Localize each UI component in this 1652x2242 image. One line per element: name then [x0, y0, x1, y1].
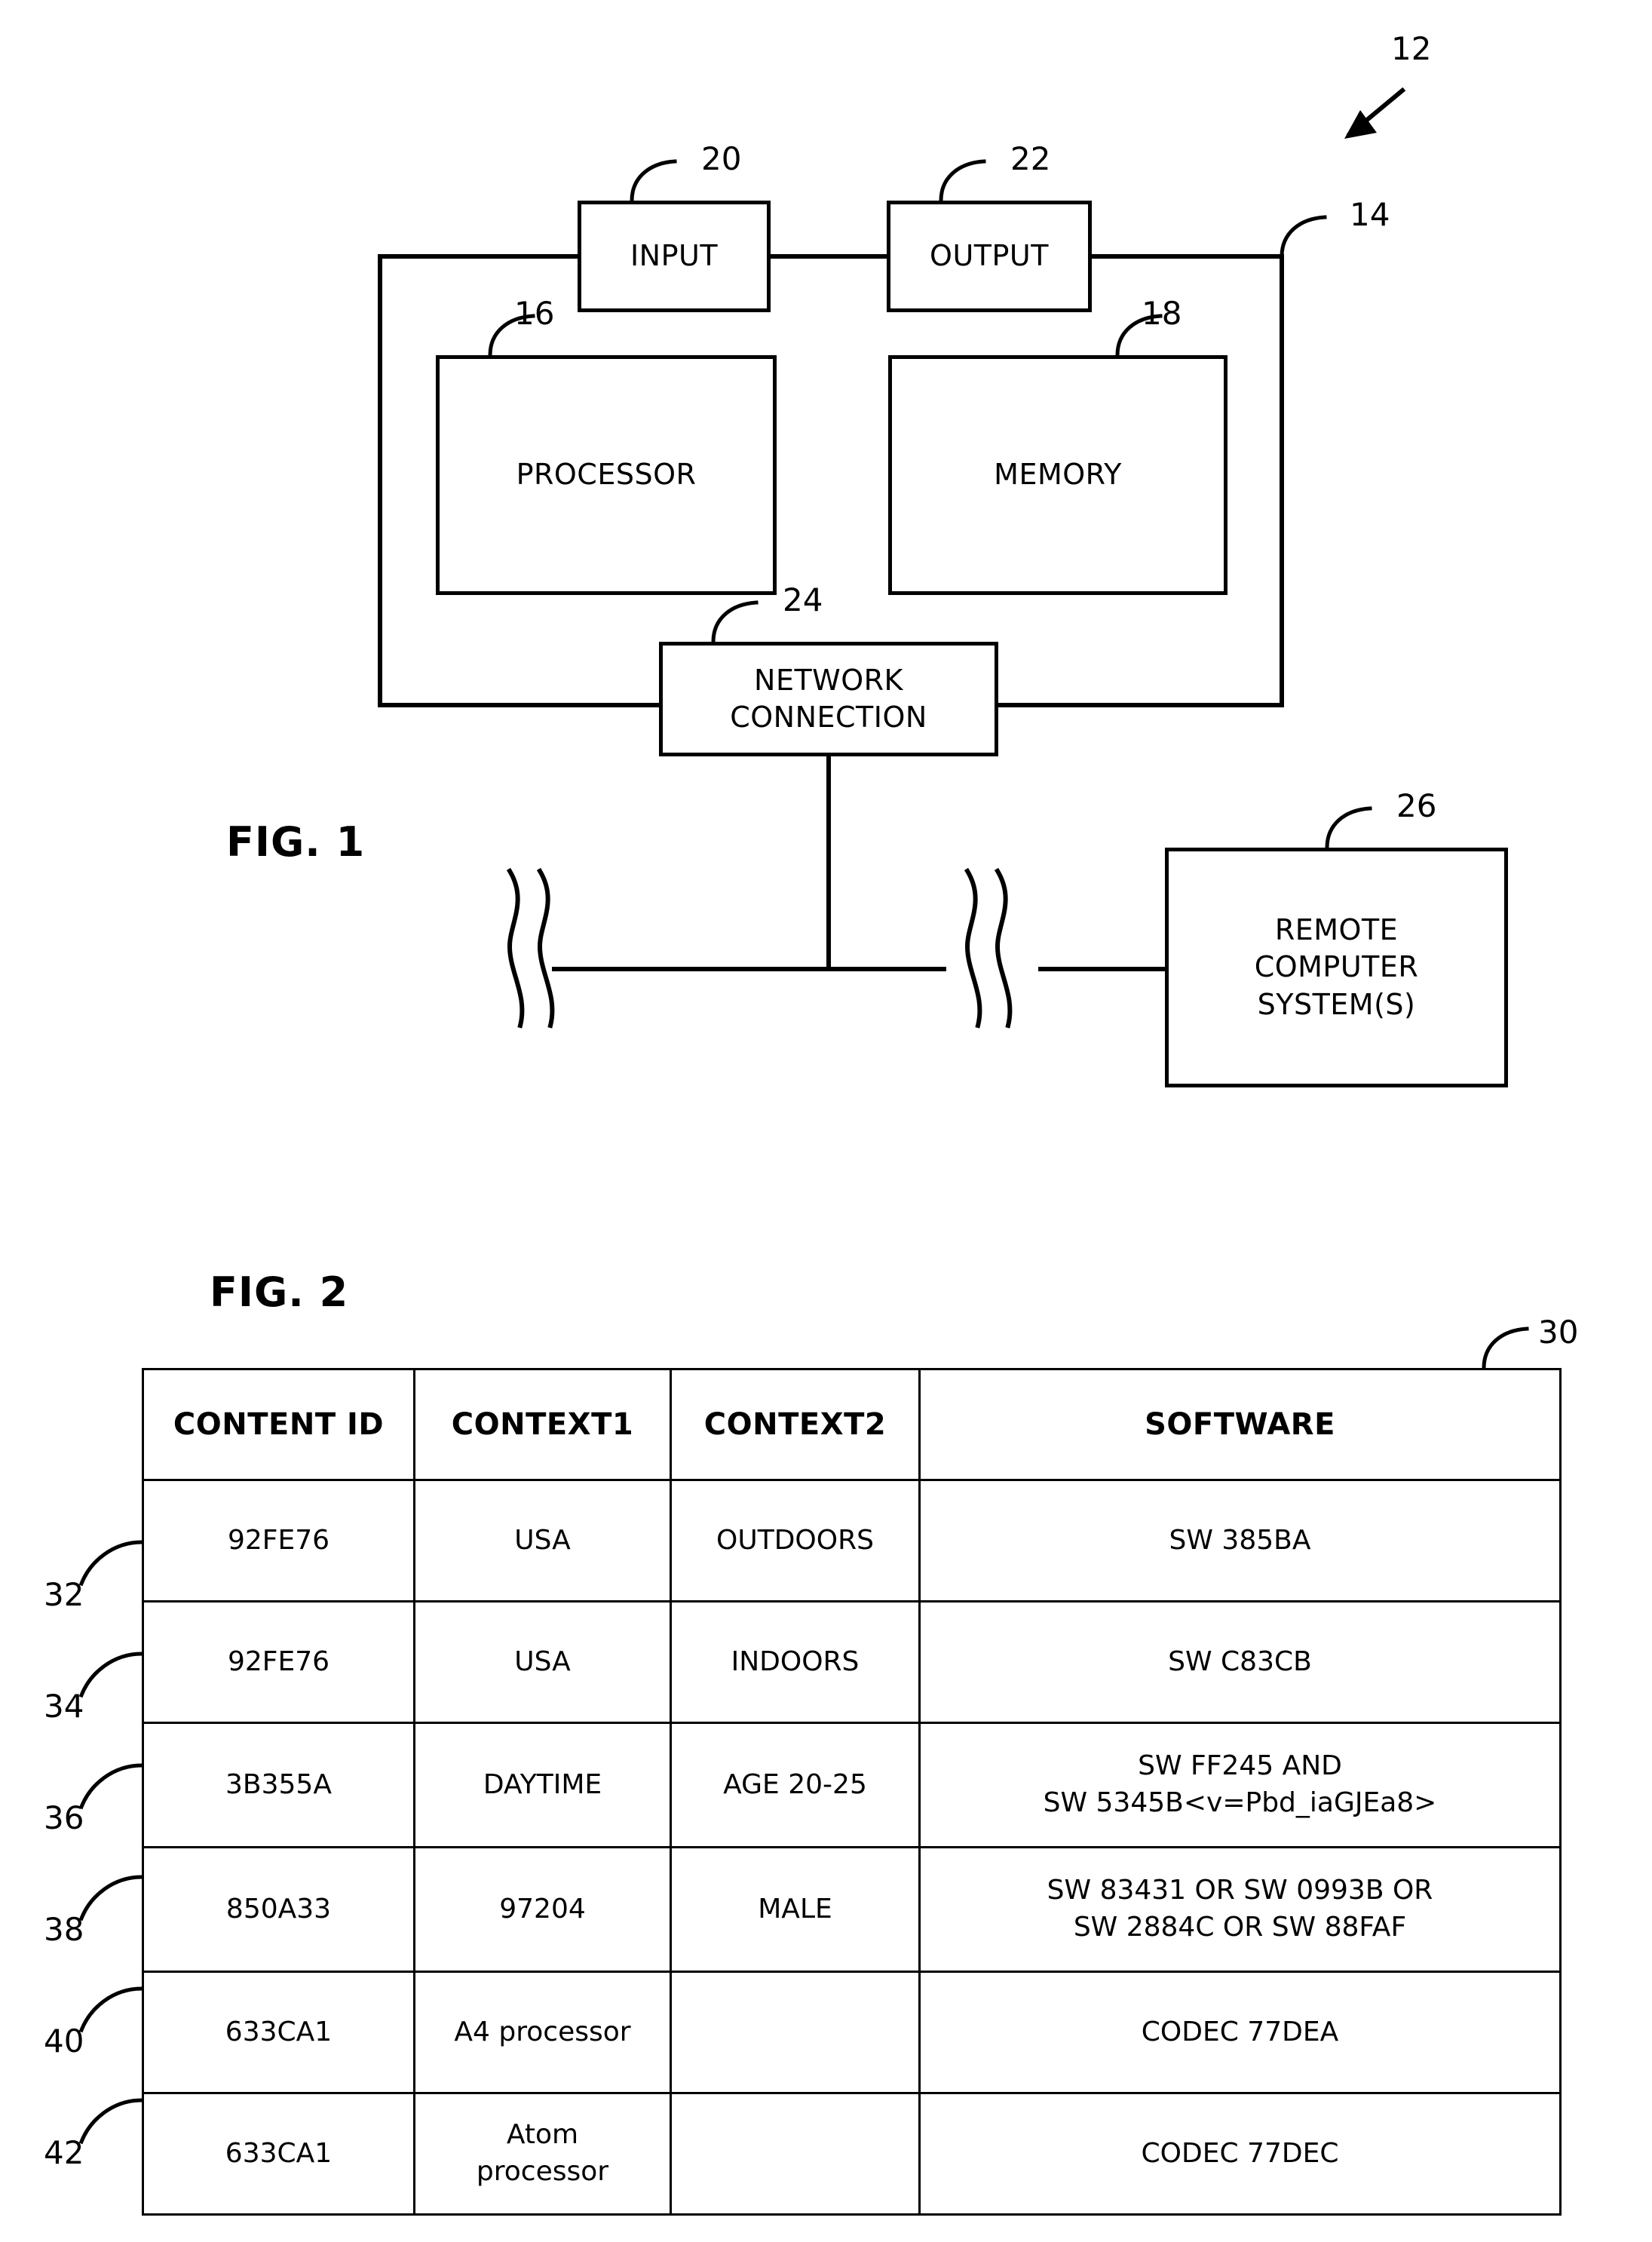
patent-drawing-sheet: INPUT OUTPUT PROCESSOR MEMORY NETWORK CO… — [0, 0, 1652, 2242]
cell-content-id: 633CA1 — [142, 2092, 415, 2216]
leader-20 — [630, 159, 677, 203]
cell-context2: MALE — [670, 1846, 921, 1973]
leader-12-shaft — [1346, 87, 1406, 138]
table-row: 92FE76 USA OUTDOORS SW 385BA — [142, 1479, 1562, 1603]
reference-numeral-42: 42 — [44, 2134, 84, 2171]
leader-38 — [78, 1875, 144, 1921]
reference-numeral-38: 38 — [44, 1911, 84, 1948]
cell-context2 — [670, 2092, 921, 2216]
leader-32 — [78, 1540, 144, 1587]
cell-software-line1: SW 83431 OR SW 0993B OR — [1047, 1875, 1433, 1906]
block-processor-label: PROCESSOR — [516, 458, 697, 492]
block-remote-computer-system: REMOTE COMPUTER SYSTEM(S) — [1165, 848, 1508, 1087]
table-header-row: CONTENT ID CONTEXT1 CONTEXT2 SOFTWARE — [142, 1368, 1562, 1481]
figure-2-title: FIG. 2 — [210, 1268, 349, 1316]
table-row: 850A33 97204 MALE SW 83431 OR SW 0993B O… — [142, 1846, 1562, 1973]
cell-software: SW 83431 OR SW 0993B OR SW 2884C OR SW 8… — [918, 1846, 1562, 1973]
block-input-label: INPUT — [630, 239, 719, 273]
table-row: 633CA1 A4 processor CODEC 77DEA — [142, 1971, 1562, 2094]
leader-24 — [711, 600, 759, 644]
cell-software: SW 385BA — [918, 1479, 1562, 1603]
cell-context2: AGE 20-25 — [670, 1722, 921, 1848]
leader-22 — [939, 159, 986, 203]
cell-content-id: 92FE76 — [142, 1600, 415, 1724]
reference-numeral-12: 12 — [1391, 30, 1432, 67]
reference-numeral-16: 16 — [514, 295, 555, 332]
table-row: 633CA1 Atom processor CODEC 77DEC — [142, 2092, 1562, 2216]
block-processor: PROCESSOR — [436, 355, 777, 595]
cell-context1: USA — [413, 1600, 672, 1724]
table-row: 3B355A DAYTIME AGE 20-25 SW FF245 AND SW… — [142, 1722, 1562, 1848]
cell-software: CODEC 77DEA — [918, 1971, 1562, 2094]
leader-34 — [78, 1652, 144, 1698]
leader-36 — [78, 1763, 144, 1810]
block-remote-label-line1: REMOTE — [1274, 912, 1399, 946]
reference-numeral-36: 36 — [44, 1799, 84, 1836]
leader-30 — [1482, 1326, 1529, 1370]
cell-context1-line2: processor — [476, 2156, 609, 2187]
reference-numeral-34: 34 — [44, 1688, 84, 1725]
block-output: OUTPUT — [887, 201, 1092, 312]
leader-14 — [1280, 215, 1327, 259]
reference-numeral-40: 40 — [44, 2023, 84, 2060]
figure-1-title: FIG. 1 — [226, 818, 366, 866]
cell-software-line1: SW FF245 AND — [1138, 1750, 1342, 1782]
cell-context1-line1: Atom — [506, 2119, 579, 2151]
cell-context2: OUTDOORS — [670, 1479, 921, 1603]
reference-numeral-18: 18 — [1142, 295, 1182, 332]
cell-content-id: 92FE76 — [142, 1479, 415, 1603]
table-row: 92FE76 USA INDOORS SW C83CB — [142, 1600, 1562, 1724]
block-remote-label-line2: COMPUTER — [1254, 950, 1419, 984]
reference-numeral-24: 24 — [783, 581, 823, 618]
reference-numeral-30: 30 — [1538, 1314, 1579, 1351]
leader-42 — [78, 2098, 144, 2145]
break-squiggle-right — [964, 867, 1013, 1029]
cell-software: SW FF245 AND SW 5345B<v=Pbd_iaGJEa8> — [918, 1722, 1562, 1848]
column-header-software: SOFTWARE — [918, 1368, 1562, 1481]
column-header-content-id: CONTENT ID — [142, 1368, 415, 1481]
column-header-context1: CONTEXT1 — [413, 1368, 672, 1481]
cell-content-id: 850A33 — [142, 1846, 415, 1973]
cell-software-line2: SW 2884C OR SW 88FAF — [1073, 1912, 1407, 1943]
break-squiggle-left — [506, 867, 555, 1029]
cell-content-id: 3B355A — [142, 1722, 415, 1848]
cell-context2: INDOORS — [670, 1600, 921, 1724]
leader-12-arrowhead — [1344, 110, 1377, 139]
cell-software-line2: SW 5345B<v=Pbd_iaGJEa8> — [1043, 1787, 1437, 1818]
cell-context1: 97204 — [413, 1846, 672, 1973]
column-header-context2: CONTEXT2 — [670, 1368, 921, 1481]
reference-numeral-22: 22 — [1010, 140, 1051, 177]
reference-numeral-32: 32 — [44, 1576, 84, 1613]
block-memory-label: MEMORY — [994, 458, 1122, 492]
content-software-table: CONTENT ID CONTEXT1 CONTEXT2 SOFTWARE 92… — [142, 1368, 1562, 2216]
cell-software: SW C83CB — [918, 1600, 1562, 1724]
block-remote-label-line3: SYSTEM(S) — [1257, 987, 1416, 1021]
cell-context1: A4 processor — [413, 1971, 672, 2094]
cell-content-id: 633CA1 — [142, 1971, 415, 2094]
block-input: INPUT — [578, 201, 771, 312]
block-memory: MEMORY — [888, 355, 1228, 595]
leader-26 — [1325, 806, 1372, 850]
cell-software: CODEC 77DEC — [918, 2092, 1562, 2216]
cell-context1: USA — [413, 1479, 672, 1603]
cell-context1: DAYTIME — [413, 1722, 672, 1848]
block-network-connection: NETWORK CONNECTION — [659, 642, 998, 756]
leader-40 — [78, 1986, 144, 2033]
reference-numeral-26: 26 — [1396, 787, 1437, 824]
cell-context1: Atom processor — [413, 2092, 672, 2216]
cell-context2 — [670, 1971, 921, 2094]
block-network-label-line2: CONNECTION — [730, 701, 927, 734]
reference-numeral-20: 20 — [701, 140, 742, 177]
block-output-label: OUTPUT — [930, 239, 1049, 273]
reference-numeral-14: 14 — [1350, 196, 1390, 233]
block-network-label-line1: NETWORK — [754, 663, 903, 697]
